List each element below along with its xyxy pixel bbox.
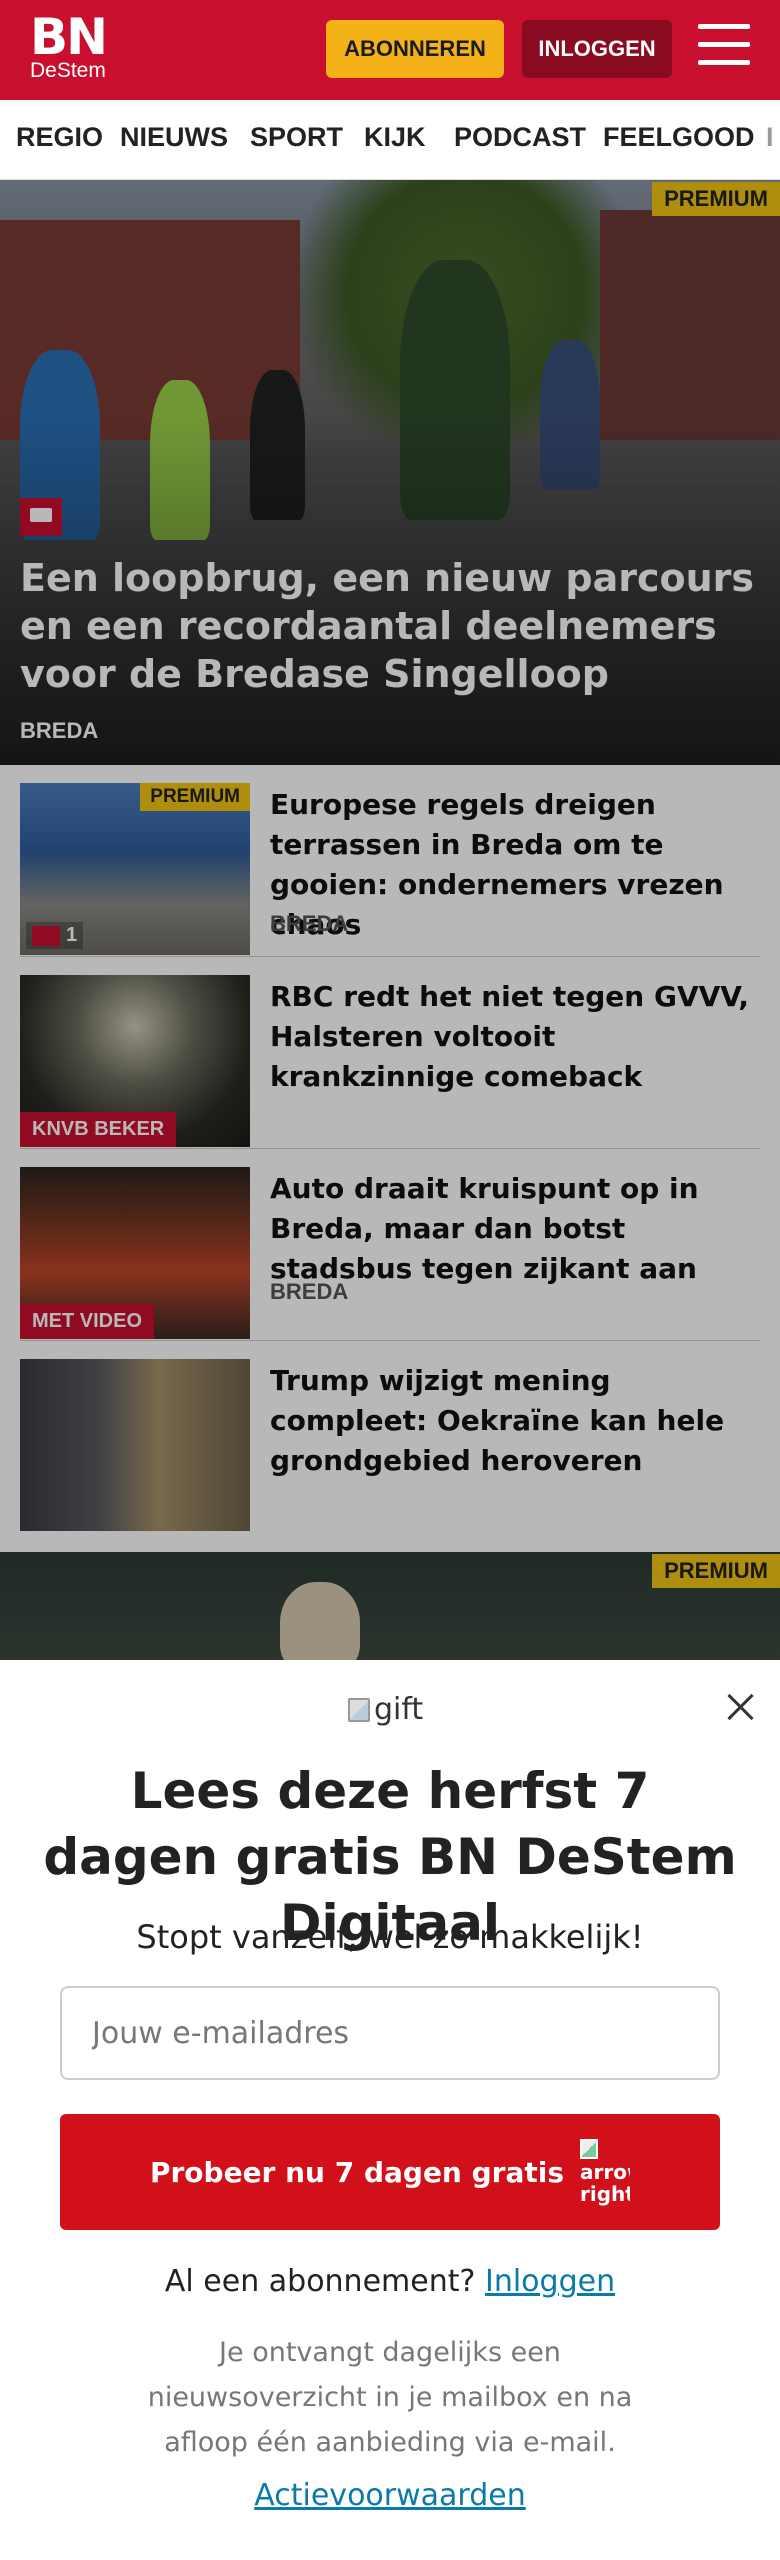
gift-icon: gift	[348, 1692, 423, 1727]
broken-image-icon	[580, 2139, 599, 2159]
nav-item-more[interactable]: I	[766, 122, 774, 153]
hero-image	[280, 1582, 360, 1662]
article-thumbnail: KNVB BEKER	[20, 975, 250, 1147]
nav-item-feelgood[interactable]: FEELGOOD	[603, 122, 755, 153]
list-item[interactable]: MET VIDEO Auto draait kruispunt op in Br…	[20, 1149, 760, 1341]
modal-subtitle: Stopt vanzelf, wel zo makkelijk!	[136, 1918, 644, 1956]
article-region: BREDA	[270, 1279, 349, 1304]
broken-image-icon	[348, 1697, 370, 1722]
hero-title[interactable]: Een loopbrug, een nieuw parcours en een …	[20, 554, 770, 698]
login-button[interactable]: INLOGGEN	[522, 20, 672, 78]
hamburger-menu-icon[interactable]	[698, 24, 750, 72]
subscribe-button[interactable]: ABONNEREN	[326, 20, 504, 78]
site-logo[interactable]: BN DeStem	[30, 8, 108, 82]
try-free-button[interactable]: Probeer nu 7 dagen gratis arrow-right	[60, 2114, 720, 2230]
site-header: BN DeStem ABONNEREN INLOGGEN	[0, 0, 780, 100]
arrow-right-icon: arrow-right	[580, 2122, 630, 2222]
logo-bn: BN	[30, 8, 108, 66]
nav-item-podcast[interactable]: PODCAST	[454, 122, 586, 153]
comment-count: 1	[26, 922, 84, 949]
logo-destem: DeStem	[30, 59, 106, 82]
article-title[interactable]: Trump wijzigt mening compleet: Oekraïne …	[270, 1361, 760, 1481]
article-region: BREDA	[270, 911, 349, 936]
close-icon[interactable]	[724, 1690, 758, 1724]
list-item[interactable]: PREMIUM 1 Europese regels dreigen terras…	[20, 765, 760, 957]
premium-badge: PREMIUM	[652, 182, 780, 216]
premium-badge: PREMIUM	[140, 783, 250, 811]
nav-item-kijk[interactable]: KIJK	[364, 122, 426, 153]
category-tag: KNVB BEKER	[20, 1112, 177, 1147]
nav-item-sport[interactable]: SPORT	[250, 122, 343, 153]
article-thumbnail	[20, 1359, 250, 1531]
subscription-modal: gift Lees deze herfst 7 dagen gratis BN …	[0, 1660, 780, 2560]
list-item[interactable]: Trump wijzigt mening compleet: Oekraïne …	[20, 1341, 760, 1533]
hero-region: BREDA	[20, 718, 99, 743]
arrow-alt-text: arrow-right	[580, 2160, 630, 2206]
menu-bar	[698, 60, 750, 65]
terms-link[interactable]: Actievoorwaarden	[40, 2478, 740, 2513]
existing-subscription-text: Al een abonnement?	[164, 2264, 476, 2299]
video-tag: MET VIDEO	[20, 1304, 155, 1339]
article-title[interactable]: Auto draait kruispunt op in Breda, maar …	[270, 1169, 760, 1289]
comment-icon	[20, 498, 62, 536]
email-input[interactable]	[60, 1986, 720, 2080]
gift-alt-text: gift	[374, 1692, 424, 1727]
menu-bar	[698, 24, 750, 29]
comment-count-value: 1	[66, 924, 78, 946]
nav-item-regio[interactable]: REGIO	[16, 122, 103, 153]
main-nav: REGIO NIEUWS SPORT KIJK PODCAST FEELGOOD…	[0, 100, 780, 180]
login-link[interactable]: Inloggen	[485, 2264, 615, 2299]
comment-icon	[32, 925, 60, 946]
list-item[interactable]: KNVB BEKER RBC redt het niet tegen GVVV,…	[20, 957, 760, 1149]
cta-label: Probeer nu 7 dagen gratis	[149, 2155, 565, 2189]
existing-subscription-line: Al een abonnement? Inloggen	[40, 2264, 740, 2299]
next-hero-article[interactable]: PREMIUM	[0, 1552, 780, 1662]
nav-item-nieuws[interactable]: NIEUWS	[120, 122, 228, 153]
article-thumbnail: MET VIDEO	[20, 1167, 250, 1339]
hero-article[interactable]: PREMIUM Een loopbrug, een nieuw parcours…	[0, 180, 780, 765]
menu-bar	[698, 42, 750, 47]
info-text: Je ontvangt dagelijks een nieuwsoverzich…	[147, 2337, 633, 2458]
article-title[interactable]: RBC redt het niet tegen GVVV, Halsteren …	[270, 977, 760, 1097]
premium-badge: PREMIUM	[652, 1554, 780, 1588]
article-thumbnail: PREMIUM 1	[20, 783, 250, 955]
